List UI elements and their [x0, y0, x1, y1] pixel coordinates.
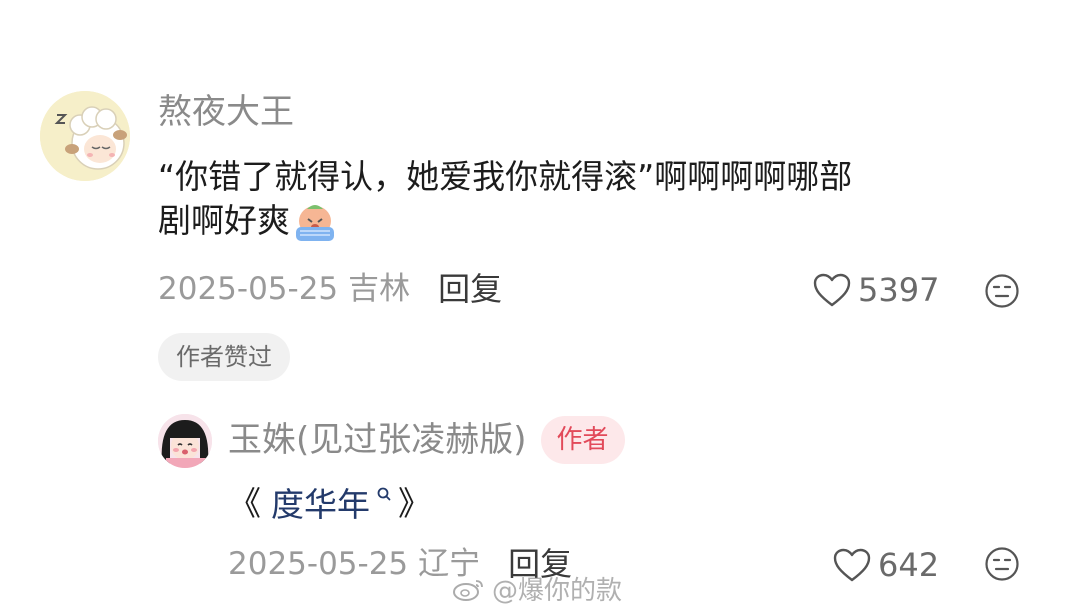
comment-text-line2: 剧啊好爽 [158, 201, 290, 240]
reply-button[interactable]: 回复 [438, 273, 502, 305]
comment-text: “你错了就得认，她爱我你就得滚”啊啊啊啊哪部 剧啊好爽 [158, 155, 1038, 243]
comment-location: 吉林 [348, 270, 411, 307]
watermark: @爆你的款 [452, 570, 622, 607]
heart-outline-icon [812, 272, 852, 308]
author-badge: 作者 [540, 416, 625, 464]
weibo-logo-icon [452, 575, 486, 603]
avatar-author[interactable] [158, 414, 212, 468]
reply-close-bracket: 》 [398, 484, 431, 523]
reply-header: 玉姝(见过张凌赫版) 作者 [228, 416, 625, 464]
like-button[interactable]: 5397 [812, 271, 939, 309]
comment-meta: 2025-05-25 吉林 回复 [158, 273, 502, 305]
reply-like-count: 642 [878, 546, 940, 584]
author-username[interactable]: 玉姝(见过张凌赫版) [228, 423, 527, 457]
crying-emoji-icon [292, 199, 338, 243]
reply-like-button[interactable]: 642 [832, 546, 939, 584]
like-count: 5397 [858, 271, 940, 309]
heart-outline-icon [832, 547, 872, 583]
search-icon [376, 486, 392, 506]
topic-link[interactable]: 度华年 [271, 488, 370, 521]
commenter-username[interactable]: 熬夜大王 [158, 95, 294, 129]
reply-text: 《 度华年 》 [228, 482, 431, 526]
neutral-face-icon[interactable] [984, 273, 1020, 309]
comment-text-line1: “你错了就得认，她爱我你就得滚”啊啊啊啊哪部 [158, 157, 853, 196]
neutral-face-icon[interactable] [984, 546, 1020, 582]
author-liked-chip: 作者赞过 [158, 333, 290, 381]
reply-date: 2025-05-25 [228, 545, 409, 582]
watermark-text: @爆你的款 [492, 576, 623, 606]
avatar-commenter[interactable] [40, 91, 130, 181]
comment-date: 2025-05-25 [158, 270, 339, 307]
reply-open-bracket: 《 [228, 484, 261, 523]
